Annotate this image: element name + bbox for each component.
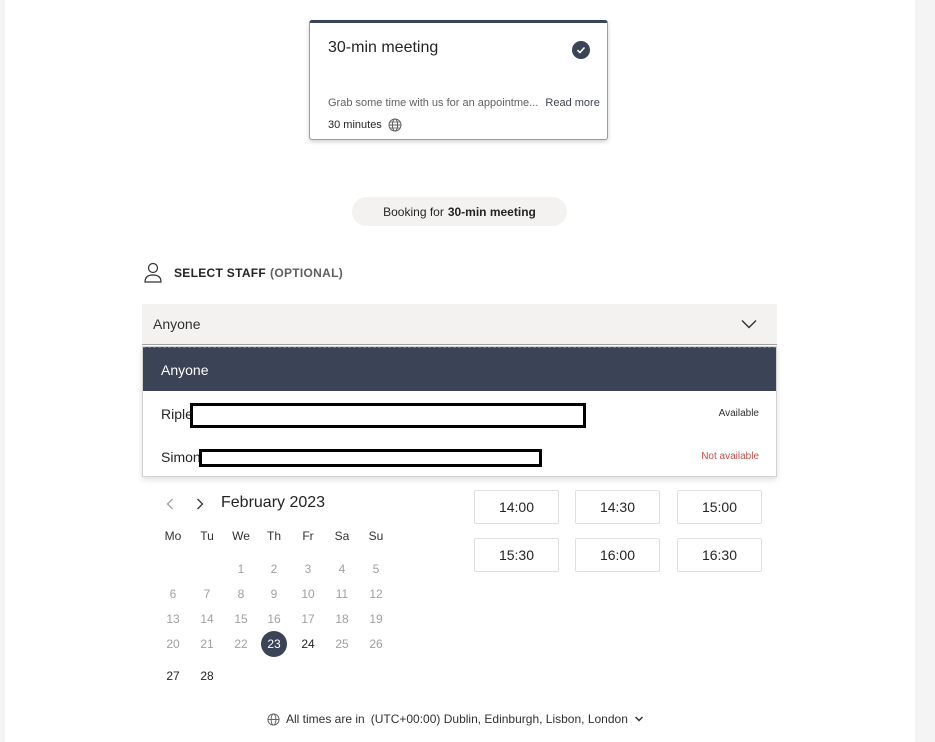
calendar-day: 7 (203, 587, 211, 601)
scrollbar-track[interactable] (915, 0, 935, 742)
staff-dropdown[interactable]: Anyone (142, 304, 777, 345)
time-slot-button[interactable]: 15:30 (474, 538, 559, 572)
service-description-text: Grab some time with us for an appointme.… (328, 97, 539, 109)
time-slot-button[interactable]: 16:00 (575, 538, 660, 572)
check-icon (572, 41, 590, 59)
select-staff-header: SELECT STAFF (OPTIONAL) (143, 262, 343, 284)
time-slot-button[interactable]: 16:30 (677, 538, 762, 572)
timezone-value: (UTC+00:00) Dublin, Edinburgh, Lisbon, L… (370, 712, 628, 726)
weekday-header: Sa (334, 529, 350, 543)
staff-option-label: Simon (161, 448, 201, 465)
timezone-selector[interactable]: All times are in (UTC+00:00) Dublin, Edi… (267, 712, 644, 726)
weekday-header: Th (266, 529, 281, 543)
booking-service-name: 30-min meeting (447, 204, 536, 219)
duration-text: 30 minutes (328, 119, 382, 131)
calendar-month-label: February 2023 (221, 494, 326, 511)
calendar-day: 21 (200, 637, 214, 651)
calendar-day: 20 (166, 637, 180, 651)
calendar-day: 15 (234, 612, 248, 626)
select-staff-optional: (OPTIONAL) (270, 266, 344, 280)
timezone-prefix: All times are in (286, 712, 365, 726)
calendar-day[interactable]: 28 (194, 663, 220, 689)
calendar-day: 2 (270, 562, 278, 576)
chevron-left-icon (166, 498, 173, 510)
calendar-day[interactable]: 24 (295, 631, 321, 657)
calendar-day: 16 (267, 612, 281, 626)
chevron-right-icon (197, 498, 204, 510)
staff-selected-value: Anyone (153, 316, 201, 332)
staff-option-label: Riple (161, 405, 193, 422)
calendar-day: 19 (369, 612, 383, 626)
calendar-day-selected[interactable]: 23 (261, 631, 287, 657)
redaction-box (190, 403, 586, 428)
service-title: 30-min meeting (328, 39, 439, 56)
weekday-header: Tu (200, 529, 214, 543)
time-slot-button[interactable]: 14:30 (575, 490, 660, 524)
calendar-day: 26 (369, 637, 383, 651)
staff-option-anyone[interactable]: Anyone (143, 347, 776, 391)
calendar-day: 4 (338, 562, 346, 576)
calendar-day: 3 (304, 562, 312, 576)
time-slot-button[interactable]: 14:00 (474, 490, 559, 524)
calendar-day: 10 (301, 587, 315, 601)
weekday-header: Fr (302, 529, 314, 543)
calendar-day: 14 (200, 612, 214, 626)
weekday-header: Su (368, 529, 384, 543)
service-description: Grab some time with us for an appointme.… (328, 97, 600, 109)
previous-month-button[interactable] (160, 494, 180, 514)
weekday-header: We (232, 529, 250, 543)
globe-icon (267, 712, 280, 726)
calendar-day: 25 (335, 637, 349, 651)
globe-icon (388, 118, 402, 132)
calendar-day: 17 (301, 612, 315, 626)
calendar-day: 9 (270, 587, 278, 601)
calendar-day: 18 (335, 612, 349, 626)
calendar-day: 22 (234, 637, 248, 651)
service-duration: 30 minutes (328, 118, 402, 132)
time-slot-button[interactable]: 15:00 (677, 490, 762, 524)
booking-for-label: Booking for 30-min meeting (352, 197, 567, 226)
person-icon (144, 262, 162, 283)
calendar-day: 6 (169, 587, 177, 601)
staff-options-list: Anyone Riple Available Simon Not availab… (142, 346, 777, 477)
read-more-link[interactable]: Read more (545, 97, 599, 109)
next-month-button[interactable] (190, 494, 210, 514)
calendar-day: 11 (335, 587, 349, 601)
service-card[interactable]: 30-min meeting Grab some time with us fo… (309, 20, 608, 140)
booking-prefix: Booking for (383, 204, 444, 219)
staff-option-label: Anyone (161, 361, 209, 378)
staff-status-not-available: Not available (701, 451, 759, 462)
calendar-day: 12 (369, 587, 383, 601)
calendar-day: 8 (237, 587, 245, 601)
chevron-down-icon (741, 320, 757, 329)
chevron-down-icon (634, 716, 643, 722)
staff-status-available: Available (718, 408, 759, 419)
calendar-day: 13 (166, 612, 180, 626)
redaction-box (199, 449, 542, 467)
weekday-header: Mo (164, 529, 182, 543)
calendar-day: 5 (372, 562, 380, 576)
select-staff-title: SELECT STAFF (174, 266, 267, 280)
calendar-day: 1 (237, 562, 245, 576)
calendar-day[interactable]: 27 (160, 663, 186, 689)
